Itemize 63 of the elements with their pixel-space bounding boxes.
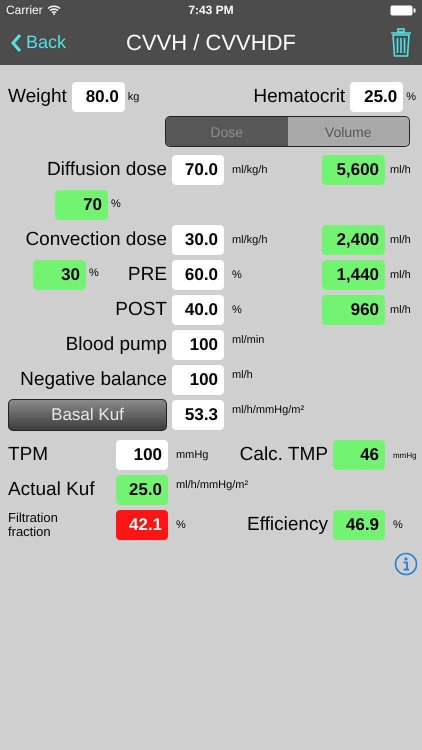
field-label: PRE [128, 264, 167, 286]
unit-label: % [88, 266, 100, 279]
unit-label: % [231, 304, 243, 316]
field-label: Blood pump [66, 334, 167, 356]
field-label: Calc. TMP [240, 444, 328, 466]
input-field[interactable]: 25.0 [350, 82, 404, 112]
field-label: Hematocrit [253, 86, 346, 108]
back-button[interactable]: Back [10, 32, 66, 53]
field-label: Weight [8, 86, 67, 108]
input-field[interactable]: 100 [116, 440, 168, 470]
input-field[interactable]: 40.0 [172, 295, 224, 325]
unit-label: ml/h [390, 304, 412, 316]
unit-label: ml/kg/h [231, 234, 268, 246]
result-field: 960 [322, 295, 385, 325]
unit-label: ml/h/mmHg/m² [231, 404, 304, 416]
unit-label: % [175, 519, 187, 531]
field-label: Diffusion dose [46, 159, 167, 181]
input-field[interactable]: 70.0 [172, 155, 224, 185]
field-label: TPM [8, 444, 50, 466]
unit-label: ml/h [390, 269, 412, 281]
battery-icon [390, 4, 416, 16]
basal-kuf-button[interactable]: Basal Kuf [8, 399, 167, 431]
unit-label: ml/kg/h [231, 164, 268, 176]
result-field: 42.1 [116, 510, 168, 540]
input-field[interactable]: 100 [172, 330, 224, 360]
wifi-icon [46, 5, 61, 15]
result-field: 46.9 [333, 510, 385, 540]
field-label: Negative balance [20, 369, 167, 391]
input-field[interactable]: 30.0 [172, 225, 224, 255]
result-field: 5,600 [322, 155, 385, 185]
result-field: 2,400 [322, 225, 385, 255]
info-icon[interactable] [394, 552, 418, 576]
unit-label: ml/h [390, 164, 412, 176]
field-label: POST [115, 299, 167, 321]
input-field[interactable]: 53.3 [172, 400, 224, 430]
unit-label: % [110, 198, 121, 210]
trash-icon[interactable] [390, 28, 412, 58]
input-field[interactable]: 80.0 [72, 82, 125, 112]
screen-title: CVVH / CVVHDF [126, 30, 296, 56]
status-time: 7:43 PM [188, 3, 234, 17]
unit-label: kg [126, 91, 140, 103]
unit-label: ml/min [231, 334, 264, 346]
unit-label: % [392, 519, 404, 531]
result-field: 25.0 [116, 475, 168, 505]
unit-label: % [231, 269, 243, 281]
field-label: Filtration fraction [8, 510, 59, 540]
carrier-label: Carrier [6, 3, 43, 17]
result-field: 1,440 [322, 260, 385, 290]
unit-label: ml/h [231, 369, 253, 381]
chevron-icon [10, 32, 22, 52]
field-label: Efficiency [247, 514, 328, 536]
unit-label: % [405, 91, 416, 103]
input-field[interactable]: 60.0 [172, 260, 224, 290]
unit-label: ml/h/mmHg/m² [175, 479, 248, 491]
input-field[interactable]: 100 [172, 365, 224, 395]
unit-label: mmHg [175, 449, 210, 461]
unit-label: ml/h [390, 234, 412, 246]
field-label: Actual Kuf [8, 479, 96, 501]
field-label: Convection dose [25, 229, 167, 251]
result-field: 30 [33, 260, 86, 290]
unit-label: mmHg [392, 450, 418, 460]
result-field: 70 [55, 190, 108, 220]
result-field: 46 [333, 440, 385, 470]
